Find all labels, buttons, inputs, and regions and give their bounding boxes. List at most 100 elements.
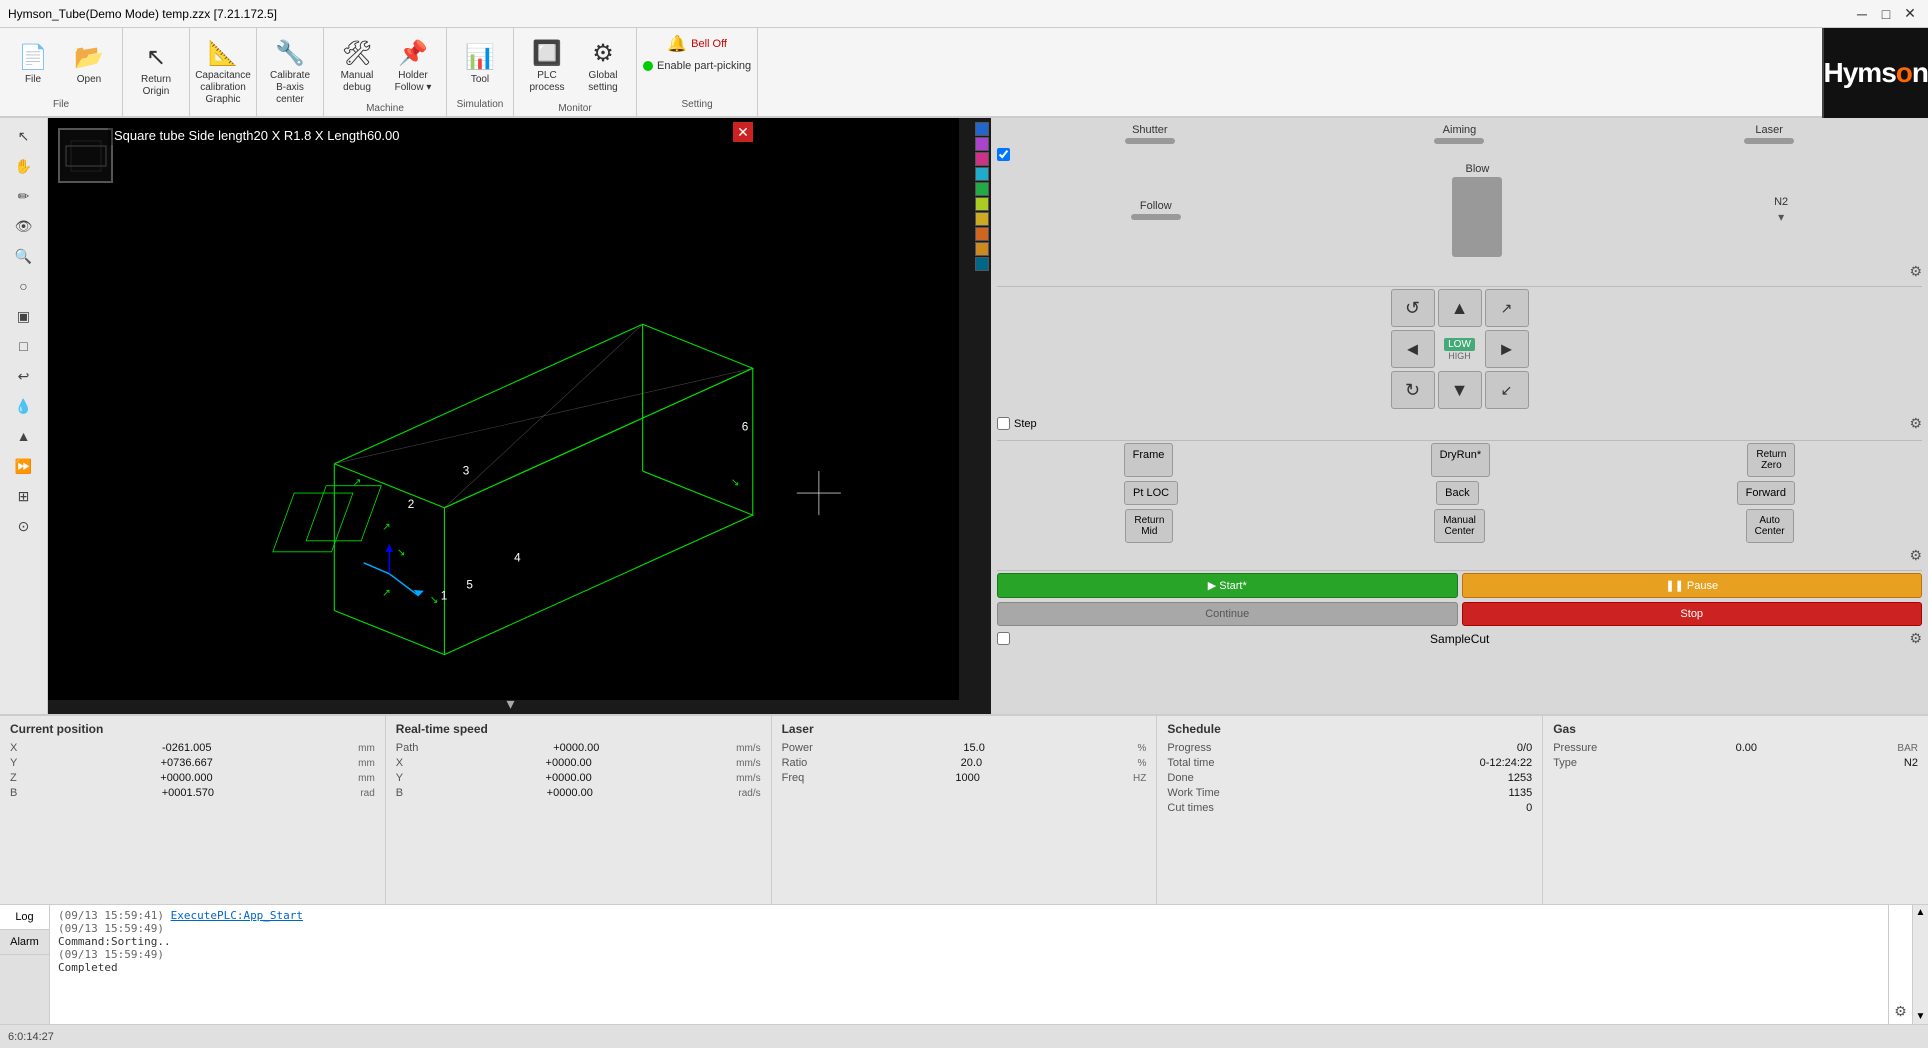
step-label[interactable]: Step xyxy=(1014,418,1037,430)
manual-center-button[interactable]: ManualCenter xyxy=(1434,509,1485,543)
left-rect[interactable]: □ xyxy=(6,332,42,360)
move-down-right-button[interactable]: ↙ xyxy=(1485,371,1529,409)
color-swatches-panel xyxy=(973,118,991,714)
auto-center-button[interactable]: AutoCenter xyxy=(1746,509,1794,543)
holder-follow-button[interactable]: 📌 HolderFollow ▾ xyxy=(386,34,440,99)
capacitance-cal-button[interactable]: 📐 CapacitancecalibrationGraphic xyxy=(196,34,250,111)
sample-cut-label[interactable]: SampleCut xyxy=(1430,632,1489,646)
sample-cut-gear[interactable]: ⚙ xyxy=(1909,630,1922,647)
pause-button[interactable]: ❚❚ Pause xyxy=(1462,573,1923,598)
aiming-bar[interactable] xyxy=(1434,138,1484,144)
left-fill[interactable]: ▲ xyxy=(6,422,42,450)
log-tab-log[interactable]: Log xyxy=(0,905,49,930)
swatch-orange[interactable] xyxy=(975,227,989,241)
global-setting-button[interactable]: ⚙ Globalsetting xyxy=(576,34,630,99)
left-settings[interactable]: ⊙ xyxy=(6,512,42,540)
swatch-blue[interactable] xyxy=(975,122,989,136)
maximize-button[interactable]: □ xyxy=(1876,4,1896,24)
log-link-1[interactable]: ExecutePLC:App_Start xyxy=(171,909,303,922)
start-button[interactable]: ▶ Start* xyxy=(997,573,1458,598)
log-scroll-up[interactable]: ▲ xyxy=(1913,905,1928,965)
sched-cuts-value: 0 xyxy=(1526,802,1532,814)
close-button[interactable]: ✕ xyxy=(1900,4,1920,24)
viewport-scrollbar[interactable] xyxy=(959,118,973,714)
n2-dropdown[interactable]: ▾ xyxy=(1778,210,1784,224)
open-button[interactable]: 📂 Open xyxy=(62,35,116,95)
enable-part-picking-item[interactable]: Enable part-picking xyxy=(643,60,751,72)
action-gear-button[interactable]: ⚙ xyxy=(1909,547,1922,564)
move-right-button[interactable]: ► xyxy=(1485,330,1529,368)
speed-low-badge[interactable]: LOW xyxy=(1444,338,1475,351)
follow-bar[interactable] xyxy=(1131,214,1181,220)
left-select-tool[interactable]: ↖ xyxy=(6,122,42,150)
left-circle-tool[interactable]: ○ xyxy=(6,272,42,300)
move-down-button[interactable]: ▼ xyxy=(1438,371,1482,409)
layer-expand-button[interactable]: ▾ xyxy=(506,694,514,714)
viewport-canvas[interactable]: 1 2 3 4 5 6 ↗ ↗ ↘ ↗ ↘ ↘ xyxy=(48,118,973,714)
sample-cut-checkbox[interactable] xyxy=(997,632,1010,645)
continue-button[interactable]: Continue xyxy=(997,602,1458,626)
rotate-cw-button[interactable]: ↻ xyxy=(1391,371,1435,409)
rotate-ccw-button[interactable]: ↺ xyxy=(1391,289,1435,327)
stop-button[interactable]: Stop xyxy=(1462,602,1923,626)
shutter-bar[interactable] xyxy=(1125,138,1175,144)
swatch-yellow-green[interactable] xyxy=(975,197,989,211)
return-mid-button[interactable]: ReturnMid xyxy=(1125,509,1173,543)
swatch-purple[interactable] xyxy=(975,137,989,151)
viewport[interactable]: Square tube Side length20 X R1.8 X Lengt… xyxy=(48,118,973,714)
realtime-speed-title: Real-time speed xyxy=(396,722,761,736)
frame-button[interactable]: Frame xyxy=(1124,443,1174,477)
move-left-button[interactable]: ◄ xyxy=(1391,330,1435,368)
log-scroll-down[interactable]: ▼ xyxy=(1913,965,1928,1025)
left-undo[interactable]: ↩ xyxy=(6,362,42,390)
tool-button[interactable]: 📊 Tool xyxy=(453,35,507,95)
laser-freq-value: 1000 xyxy=(955,772,979,784)
dry-run-button[interactable]: DryRun* xyxy=(1431,443,1491,477)
left-zoom-in[interactable]: 🔍 xyxy=(6,242,42,270)
viewport-close-button[interactable]: ✕ xyxy=(733,122,753,142)
swatch-cyan[interactable] xyxy=(975,167,989,181)
manual-debug-button[interactable]: 🛠 Manualdebug xyxy=(330,34,384,99)
pt-loc-button[interactable]: Pt LOC xyxy=(1124,481,1178,505)
forward-button[interactable]: Forward xyxy=(1737,481,1795,505)
blow-bar[interactable] xyxy=(1452,177,1502,257)
step-gear-button[interactable]: ⚙ xyxy=(1909,415,1922,432)
left-step-forward[interactable]: ⏩ xyxy=(6,452,42,480)
return-zero-button[interactable]: ReturnZero xyxy=(1747,443,1795,477)
file-new-button[interactable]: 📄 File xyxy=(6,35,60,95)
log-gear-button[interactable]: ⚙ xyxy=(1893,1003,1908,1020)
calibrate-baxis-button[interactable]: 🔧 CalibrateB-axis center xyxy=(263,34,317,111)
pos-b-value: +0001.570 xyxy=(162,787,214,799)
step-checkbox[interactable] xyxy=(997,417,1010,430)
settings-gear-button[interactable]: ⚙ xyxy=(1909,263,1922,280)
swatch-gold[interactable] xyxy=(975,212,989,226)
return-origin-button[interactable]: ↖ ReturnOrigin xyxy=(129,38,183,103)
left-drop[interactable]: 💧 xyxy=(6,392,42,420)
swatch-dark-orange[interactable] xyxy=(975,242,989,256)
holder-follow-label: HolderFollow ▾ xyxy=(395,70,432,94)
viewport-hscrollbar[interactable] xyxy=(48,700,959,714)
back-button[interactable]: Back xyxy=(1436,481,1478,505)
action-row-3: ReturnMid ManualCenter AutoCenter xyxy=(997,509,1922,543)
plc-process-button[interactable]: 🔲 PLCprocess xyxy=(520,34,574,99)
left-pan-tool[interactable]: ✋ xyxy=(6,152,42,180)
minimize-button[interactable]: ─ xyxy=(1852,4,1872,24)
return-group-label xyxy=(152,108,160,112)
left-expand[interactable]: ⊞ xyxy=(6,482,42,510)
swatch-teal[interactable] xyxy=(975,257,989,271)
speed-x-value: +0000.00 xyxy=(546,757,592,769)
laser-bar[interactable] xyxy=(1744,138,1794,144)
swatch-pink[interactable] xyxy=(975,152,989,166)
left-eye-tool[interactable]: 👁 xyxy=(6,212,42,240)
log-tab-alarm[interactable]: Alarm xyxy=(0,930,49,955)
bell-off-item[interactable]: 🔔 Bell Off xyxy=(667,34,727,54)
move-up-button[interactable]: ▲ xyxy=(1438,289,1482,327)
left-layers[interactable]: ▣ xyxy=(6,302,42,330)
swatch-green[interactable] xyxy=(975,182,989,196)
left-pen-tool[interactable]: ✏ xyxy=(6,182,42,210)
move-up-right-button[interactable]: ↗ xyxy=(1485,289,1529,327)
svg-text:↘: ↘ xyxy=(731,478,740,489)
laser-ratio-unit: % xyxy=(1137,758,1146,769)
main-checkbox[interactable] xyxy=(997,148,1010,161)
log-time-1: (09/13 15:59:41) xyxy=(58,909,164,922)
